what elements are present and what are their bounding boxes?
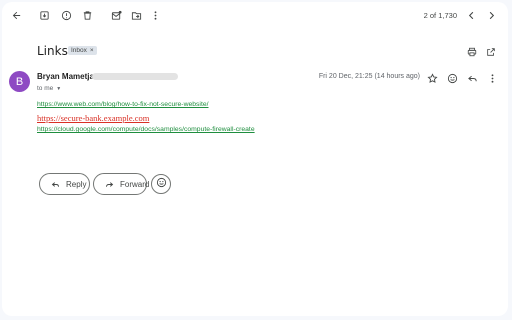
reply-icon [51, 180, 60, 189]
reply-button[interactable]: Reply [39, 173, 90, 195]
email-view-panel: 2 of 1,730 Links Inbox × B Bryan Mametja … [2, 2, 508, 316]
to-line-text: to me [37, 85, 54, 92]
avatar-letter: B [15, 75, 24, 88]
link-web-blog[interactable]: https://www.web.com/blog/how-to-fix-not-… [37, 101, 255, 108]
emoji-react-button[interactable] [151, 174, 171, 194]
forward-button-label: Forward [120, 179, 150, 189]
chevron-left-icon[interactable] [464, 8, 478, 22]
report-spam-icon[interactable] [59, 8, 73, 22]
caret-down-icon: ▼ [56, 86, 62, 92]
delete-icon[interactable] [80, 8, 94, 22]
chevron-right-icon[interactable] [484, 8, 498, 22]
sender-name[interactable]: Bryan Mametja [37, 72, 94, 81]
more-vert-icon[interactable] [148, 8, 162, 22]
email-toolbar: 2 of 1,730 [2, 2, 508, 30]
print-icon[interactable] [467, 44, 479, 57]
star-icon[interactable] [427, 71, 439, 83]
link-secure-bank[interactable]: https://secure-bank.example.com [37, 113, 255, 123]
open-in-new-window-icon[interactable] [486, 44, 498, 56]
forward-icon [105, 180, 114, 189]
remove-label-button[interactable]: × [90, 47, 94, 54]
forward-button[interactable]: Forward [93, 173, 150, 195]
mark-unread-icon[interactable] [109, 8, 123, 22]
email-date: Fri 20 Dec, 21:25 (14 hours ago) [318, 73, 420, 80]
reply-button-label: Reply [66, 179, 87, 189]
archive-icon[interactable] [37, 8, 51, 22]
recipient-details-toggle[interactable]: to me ▼ [37, 85, 61, 92]
reply-icon[interactable] [467, 71, 479, 83]
sender-avatar[interactable]: B [9, 71, 30, 92]
label-text: Inbox [71, 47, 87, 54]
move-to-icon[interactable] [129, 8, 143, 22]
emoji-reaction-icon[interactable] [447, 71, 459, 84]
email-subject: Links [37, 44, 68, 58]
inbox-label-chip: Inbox × [68, 46, 97, 55]
pagination-count: 2 of 1,730 [423, 11, 457, 20]
back-arrow-icon[interactable] [9, 8, 23, 22]
more-options-icon[interactable] [487, 71, 499, 83]
link-google-cloud[interactable]: https://cloud.google.com/compute/docs/sa… [37, 126, 255, 133]
smiley-icon [156, 175, 167, 193]
redacted-sender-email [92, 73, 178, 80]
email-body: https://www.web.com/blog/how-to-fix-not-… [37, 101, 255, 133]
